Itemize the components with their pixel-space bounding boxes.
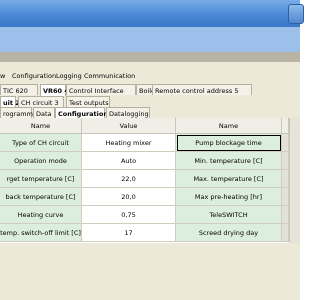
param-value-cell[interactable]: Auto — [82, 152, 176, 170]
tab-test-outputs[interactable]: Test outputs — [66, 96, 110, 107]
param-name-cell-2: Screed drying day — [176, 224, 282, 242]
param-name-cell-2[interactable]: Pump blockage time — [176, 134, 282, 152]
param-name-cell: back temperature [C] — [0, 188, 82, 206]
table-row: Operation mode Auto Min. temperature [C] — [0, 152, 289, 170]
tab-remote-control-address-5[interactable]: Remote control address 5 — [152, 84, 252, 95]
param-value-cell-2[interactable] — [282, 134, 289, 152]
param-name-cell: temp. switch-off limit [C] — [0, 224, 82, 242]
tab-data[interactable]: Data — [33, 107, 55, 118]
tab-programme[interactable]: rogramme — [0, 107, 37, 118]
param-value-cell[interactable]: 17 — [82, 224, 176, 242]
param-name-cell: Operation mode — [0, 152, 82, 170]
param-value-cell[interactable]: 0,75 — [82, 206, 176, 224]
column-header-value[interactable]: Value — [82, 118, 176, 134]
param-value-cell-2[interactable] — [282, 224, 289, 242]
param-name-cell-2: TeleSWITCH — [176, 206, 282, 224]
tab-ch-circuit-3[interactable]: CH circuit 3 — [18, 96, 64, 107]
table-row: Heating curve 0,75 TeleSWITCH — [0, 206, 289, 224]
configuration-table: Name Value Name Type of CH circuit Heati… — [0, 118, 289, 243]
device-tab-bar: TIC 620 VR60 4 Control Interface Boiler … — [0, 84, 300, 96]
window-background — [0, 27, 300, 52]
param-value-cell[interactable]: 22,0 — [82, 170, 176, 188]
close-window-icon[interactable] — [288, 4, 304, 24]
param-name-cell-2: Max pre-heating [hr] — [176, 188, 282, 206]
param-value-cell-2[interactable] — [282, 170, 289, 188]
param-value-cell-2[interactable] — [282, 188, 289, 206]
param-name-cell: rget temperature [C] — [0, 170, 82, 188]
table-row: rget temperature [C] 22,0 Max. temperatu… — [0, 170, 289, 188]
toolbar-strip — [0, 52, 300, 62]
param-name-cell-2: Min. temperature [C] — [176, 152, 282, 170]
tab-tic-620[interactable]: TIC 620 — [0, 84, 38, 95]
window-title-bar — [0, 0, 304, 27]
menu-item-communication[interactable]: Communication — [84, 70, 135, 82]
table-row: Type of CH circuit Heating mixer Pump bl… — [0, 134, 289, 152]
table-vertical-scrollbar[interactable] — [289, 118, 300, 243]
param-name-cell: Type of CH circuit — [0, 134, 82, 152]
param-name-cell: Heating curve — [0, 206, 82, 224]
column-header-name-2[interactable]: Name — [176, 118, 282, 134]
tab-control-interface[interactable]: Control Interface — [66, 84, 136, 95]
menu-item-configuration[interactable]: Configuration — [12, 70, 56, 82]
column-header-value-2 — [282, 118, 289, 134]
param-value-cell[interactable]: Heating mixer — [82, 134, 176, 152]
column-header-name[interactable]: Name — [0, 118, 82, 134]
menu-item-window[interactable]: w — [0, 70, 5, 82]
table-row: temp. switch-off limit [C] 17 Screed dry… — [0, 224, 289, 242]
param-value-cell-2[interactable] — [282, 152, 289, 170]
param-name-cell-2: Max. temperature [C] — [176, 170, 282, 188]
menu-bar: w Configuration Logging Communication — [0, 70, 300, 82]
table-row: back temperature [C] 20,0 Max pre-heatin… — [0, 188, 289, 206]
tab-vr60-4[interactable]: VR60 4 — [40, 84, 69, 96]
param-value-cell[interactable]: 20,0 — [82, 188, 176, 206]
param-value-cell-2[interactable] — [282, 206, 289, 224]
lower-panel — [0, 243, 300, 300]
menu-item-logging[interactable]: Logging — [56, 70, 82, 82]
tab-datalogging[interactable]: Datalogging — [106, 107, 150, 118]
